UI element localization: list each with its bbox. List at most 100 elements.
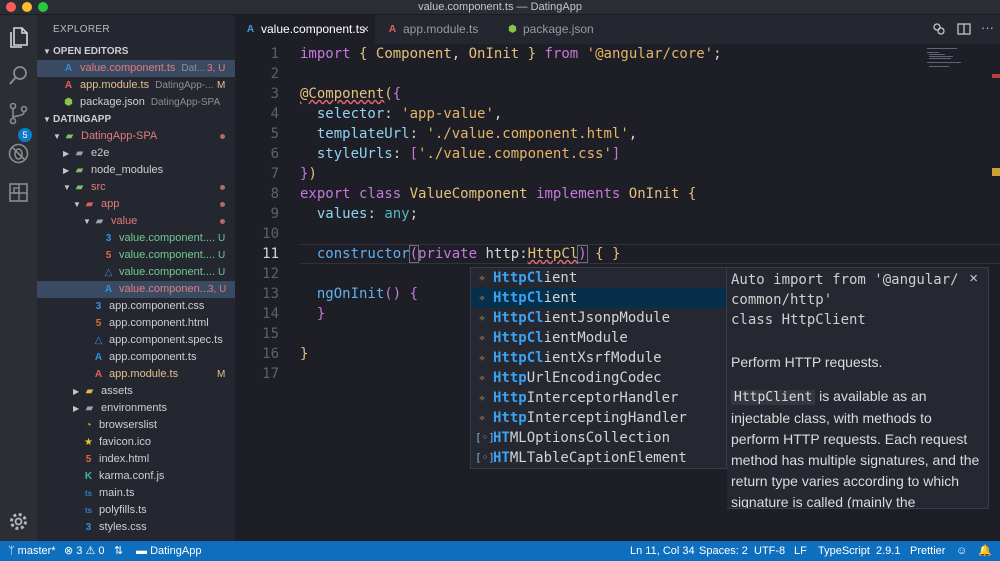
sync-icon[interactable]: ⇅ bbox=[114, 541, 123, 561]
chevron-down-icon: ▼ bbox=[83, 217, 91, 226]
tree-folder-value[interactable]: ▼ ▰ value bbox=[37, 213, 235, 230]
suggestion-item[interactable]: ✧ HttpInterceptorHandler bbox=[471, 388, 726, 408]
suggestion-item-selected[interactable]: ✧ HttpClient bbox=[471, 288, 726, 308]
tab-value-component-ts[interactable]: A value.component.ts × bbox=[235, 15, 375, 44]
tab-package-json[interactable]: ⬢ package.json bbox=[497, 15, 607, 44]
css-file-icon: 3 bbox=[85, 522, 92, 533]
files-icon[interactable] bbox=[6, 25, 31, 50]
suggestion-item[interactable]: [◦] HTMLOptionsCollection bbox=[471, 428, 726, 448]
tree-file-app-css[interactable]: 3 app.component.css bbox=[37, 298, 235, 315]
tree-file-app-module[interactable]: A app.module.ts M bbox=[37, 366, 235, 383]
tree-file-styles-css[interactable]: 3 styles.css bbox=[37, 519, 235, 536]
tree-file-karma[interactable]: K karma.conf.js bbox=[37, 468, 235, 485]
notifications-icon[interactable]: 🔔 bbox=[978, 541, 992, 561]
tree-file-polyfills[interactable]: ts polyfills.ts bbox=[37, 502, 235, 519]
minimap[interactable] bbox=[927, 48, 972, 68]
tree-file-value-ts[interactable]: A value.componen... 3, U bbox=[37, 281, 235, 298]
chevron-right-icon: ▶ bbox=[63, 149, 70, 158]
source-control-icon[interactable] bbox=[6, 101, 31, 126]
window-title: value.component.ts — DatingApp bbox=[418, 1, 582, 13]
tree-file-value-html[interactable]: 5 value.component.... U bbox=[37, 247, 235, 264]
split-editor-icon[interactable] bbox=[957, 22, 971, 36]
error-icon: ⊗ bbox=[64, 545, 74, 557]
open-editor-item[interactable]: A value.component.ts Dat... 3, U bbox=[37, 60, 235, 77]
problems-indicator[interactable]: ⊗ 3 ⚠ 0 bbox=[64, 541, 105, 561]
css-file-icon: 3 bbox=[95, 301, 102, 312]
suggestion-item[interactable]: ✧ HttpClient bbox=[471, 268, 726, 288]
class-icon: ✧ bbox=[478, 311, 486, 324]
json-icon: ⬢ bbox=[64, 97, 73, 108]
close-icon[interactable]: × bbox=[969, 270, 978, 287]
search-icon[interactable] bbox=[6, 63, 31, 88]
folder-indicator[interactable]: ▬ DatingApp bbox=[136, 541, 201, 561]
tree-file-app-component-ts[interactable]: A app.component.ts bbox=[37, 349, 235, 366]
extensions-icon[interactable] bbox=[6, 180, 31, 205]
chevron-down-icon: ▼ bbox=[53, 132, 61, 141]
tree-folder-src[interactable]: ▼ ▰ src bbox=[37, 179, 235, 196]
angular-component-icon: A bbox=[64, 63, 73, 74]
formatter[interactable]: Prettier bbox=[910, 541, 945, 561]
tree-file-app-spec[interactable]: △ app.component.spec.ts bbox=[37, 332, 235, 349]
test-file-icon: △ bbox=[104, 267, 113, 278]
chevron-down-icon: ▼ bbox=[43, 115, 51, 124]
open-editor-item[interactable]: ⬢ package.json DatingApp-SPA bbox=[37, 94, 235, 111]
class-icon: ✧ bbox=[478, 351, 486, 364]
tree-folder-environments[interactable]: ▶ ▰ environments bbox=[37, 400, 235, 417]
code-line: 10 bbox=[262, 226, 279, 242]
code-line: 4 selector: 'app-value', bbox=[270, 106, 503, 122]
tree-file-value-spec[interactable]: △ value.component.... U bbox=[37, 264, 235, 281]
suggestion-item[interactable]: [◦] HTMLTableCaptionElement bbox=[471, 448, 726, 468]
open-editors-header[interactable]: ▼ OPEN EDITORS bbox=[37, 43, 235, 60]
settings-icon[interactable] bbox=[6, 509, 31, 534]
browserslist-icon: ◔ bbox=[85, 420, 92, 431]
cursor-position[interactable]: Ln 11, Col 34 bbox=[630, 541, 695, 561]
suggestion-item[interactable]: ✧ HttpInterceptingHandler bbox=[471, 408, 726, 428]
branch-indicator[interactable]: ᛘ master* bbox=[8, 541, 56, 561]
tree-folder-assets[interactable]: ▶ ▰ assets bbox=[37, 383, 235, 400]
chevron-down-icon: ▼ bbox=[73, 200, 81, 209]
tree-folder-app[interactable]: ▼ ▰ app bbox=[37, 196, 235, 213]
angular-icon: A bbox=[388, 24, 397, 35]
open-changes-icon[interactable] bbox=[932, 22, 946, 36]
datingapp-header[interactable]: ▼ DATINGAPP bbox=[37, 111, 235, 128]
html-file-icon: 5 bbox=[95, 318, 102, 329]
scroll-thumb[interactable] bbox=[992, 168, 1000, 176]
code-line: 5 templateUrl: './value.component.html', bbox=[270, 126, 638, 142]
tree-file-main-ts[interactable]: ts main.ts bbox=[37, 485, 235, 502]
details-description: HttpClient is available as an injectable… bbox=[731, 388, 980, 509]
suggestion-item[interactable]: ✧ HttpUrlEncodingCodec bbox=[471, 368, 726, 388]
tree-file-app-html[interactable]: 5 app.component.html bbox=[37, 315, 235, 332]
css-file-icon: 3 bbox=[105, 233, 112, 244]
chevron-down-icon: ▼ bbox=[43, 47, 51, 56]
suggestion-item[interactable]: ✧ HttpClientModule bbox=[471, 328, 726, 348]
tree-folder-datingapp-spa[interactable]: ▼ ▰ DatingApp-SPA bbox=[37, 128, 235, 145]
explorer-title: EXPLORER bbox=[53, 24, 110, 35]
tree-file-favicon[interactable]: ★ favicon.ico bbox=[37, 434, 235, 451]
tree-folder-e2e[interactable]: ▶ ▰ e2e bbox=[37, 145, 235, 162]
class-icon: ✧ bbox=[478, 411, 486, 424]
tab-app-module-ts[interactable]: A app.module.ts bbox=[377, 15, 495, 44]
tree-file-index-html[interactable]: 5 index.html bbox=[37, 451, 235, 468]
tree-file-browserslist[interactable]: ◔ browserslist bbox=[37, 417, 235, 434]
modified-dot bbox=[220, 202, 225, 207]
autocomplete-list[interactable]: ✧ HttpClient ✧ HttpClient ✧ HttpClientJsonp… bbox=[470, 267, 727, 469]
language-mode[interactable]: TypeScript bbox=[818, 541, 870, 561]
feedback-icon[interactable]: ☺ bbox=[956, 541, 967, 561]
code-line: 9 values: any; bbox=[270, 206, 419, 222]
line-ending[interactable]: LF bbox=[794, 541, 807, 561]
suggestion-item[interactable]: ✧ HttpClientXsrfModule bbox=[471, 348, 726, 368]
status-bar: ᛘ master* ⊗ 3 ⚠ 0 ⇅ ▬ DatingApp Ln 11, C… bbox=[0, 541, 1000, 561]
debug-icon[interactable] bbox=[6, 141, 31, 166]
ts-version[interactable]: 2.9.1 bbox=[876, 541, 900, 561]
folder-open-icon: ▰ bbox=[75, 182, 84, 193]
tree-folder-node-modules[interactable]: ▶ ▰ node_modules bbox=[37, 162, 235, 179]
suggestion-item[interactable]: ✧ HttpClientJsonpModule bbox=[471, 308, 726, 328]
star-icon: ★ bbox=[84, 437, 93, 448]
indentation[interactable]: Spaces: 2 bbox=[699, 541, 748, 561]
tree-file-value-css[interactable]: 3 value.component.... U bbox=[37, 230, 235, 247]
encoding[interactable]: UTF-8 bbox=[754, 541, 785, 561]
close-icon[interactable]: × bbox=[362, 15, 369, 44]
open-editor-item[interactable]: A app.module.ts DatingApp-... M bbox=[37, 77, 235, 94]
code-line: 2 bbox=[270, 66, 279, 82]
more-actions-icon[interactable]: ··· bbox=[981, 21, 995, 36]
